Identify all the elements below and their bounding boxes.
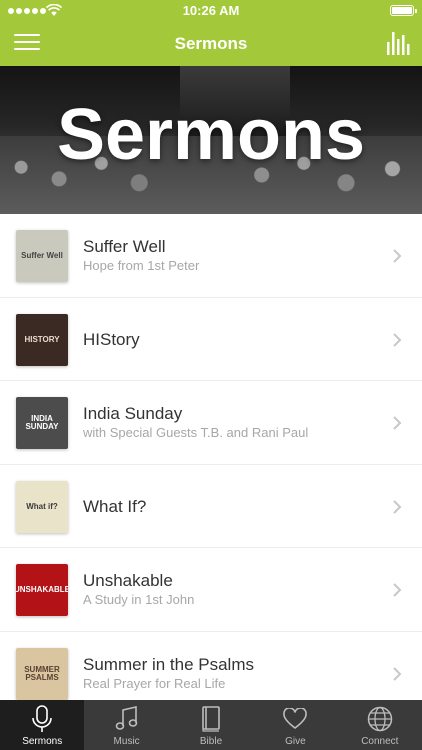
- sermon-artwork-text: Suffer Well: [21, 251, 63, 260]
- nav-title: Sermons: [174, 34, 248, 53]
- sermon-title: India Sunday: [83, 404, 183, 424]
- sermon-text: India Sunday with Special Guests T.B. and…: [83, 381, 382, 465]
- tab-label: Connect: [361, 736, 399, 747]
- sermon-text: HIStory: [83, 298, 382, 382]
- tab-label: Bible: [199, 736, 223, 747]
- chevron-right-icon: [393, 583, 402, 597]
- microphone-icon: [28, 705, 56, 733]
- chevron-right-icon: [393, 416, 402, 430]
- status-time: 10:26 AM: [182, 3, 240, 18]
- sermon-title: What If?: [83, 496, 147, 516]
- sermon-artwork: INDIA SUNDAY: [16, 397, 68, 449]
- sermon-list: Suffer Well Suffer Well Hope from 1st Pete…: [0, 214, 422, 715]
- sermon-text: What If?: [83, 465, 382, 549]
- book-icon: [197, 705, 225, 733]
- music-note-icon: [113, 705, 141, 733]
- navigation-bar: Sermons: [0, 22, 422, 66]
- sermon-artwork: UNSHAKABLE: [16, 564, 68, 616]
- tab-bible[interactable]: Bible: [169, 700, 253, 750]
- sermon-subtitle: A Study in 1st John: [83, 592, 195, 608]
- sermon-row[interactable]: Suffer Well Suffer Well Hope from 1st Pete…: [0, 214, 422, 298]
- sermon-row[interactable]: UNSHAKABLE Unshakable A Study in 1st John: [0, 548, 422, 632]
- chevron-right-icon: [393, 249, 402, 263]
- sermon-title: HIStory: [83, 329, 140, 349]
- battery-icon: [390, 5, 417, 16]
- sermon-row[interactable]: HISTORY HIStory: [0, 297, 422, 382]
- hero-title: Sermons: [56, 95, 366, 175]
- heart-icon: [281, 705, 309, 733]
- sermon-row[interactable]: INDIA SUNDAY India Sunday with Special Gue…: [0, 381, 422, 465]
- sermon-text: Suffer Well Hope from 1st Peter: [83, 214, 382, 298]
- tab-music[interactable]: Music: [84, 700, 168, 750]
- sermon-artwork: HISTORY: [16, 313, 68, 366]
- tab-label: Sermons: [22, 736, 63, 747]
- status-bar: 10:26 AM: [0, 0, 422, 22]
- sermon-row[interactable]: What if? What If?: [0, 464, 422, 549]
- tab-connect[interactable]: Connect: [338, 700, 422, 750]
- audio-bars-icon[interactable]: [386, 30, 410, 56]
- sermon-artwork: SUMMER PSALMS: [16, 647, 68, 700]
- sermon-text: Unshakable A Study in 1st John: [83, 548, 382, 632]
- top-bar: 10:26 AM Sermons: [0, 0, 422, 66]
- globe-icon: [366, 705, 394, 733]
- tab-label: Music: [113, 736, 140, 747]
- tab-bar: Sermons Music Bible Give Connect: [0, 700, 422, 750]
- sermon-subtitle: with Special Guests T.B. and Rani Paul: [83, 425, 309, 441]
- sermon-title: Summer in the Psalms: [83, 654, 254, 674]
- sermon-artwork: What if?: [16, 480, 68, 533]
- sermon-subtitle: Real Prayer for Real Life: [83, 675, 226, 691]
- chevron-right-icon: [393, 332, 402, 347]
- sermon-artwork-text: INDIA SUNDAY: [25, 414, 59, 431]
- hero-banner: Sermons: [0, 66, 422, 214]
- tab-sermons[interactable]: Sermons: [0, 700, 85, 750]
- sermon-subtitle: Hope from 1st Peter: [83, 258, 200, 274]
- sermon-artwork-text: What if?: [26, 501, 58, 511]
- tab-label: Give: [285, 736, 306, 747]
- sermon-artwork-text: HISTORY: [24, 334, 60, 344]
- chevron-right-icon: [393, 666, 402, 681]
- chevron-right-icon: [393, 499, 402, 514]
- sermon-artwork-text: SUMMER PSALMS: [24, 664, 60, 682]
- sermon-title: Unshakable: [83, 571, 173, 591]
- sermon-title: Suffer Well: [83, 237, 166, 257]
- tab-give[interactable]: Give: [253, 700, 337, 750]
- sermon-artwork: Suffer Well: [16, 230, 68, 282]
- sermon-artwork-text: UNSHAKABLE: [16, 585, 68, 594]
